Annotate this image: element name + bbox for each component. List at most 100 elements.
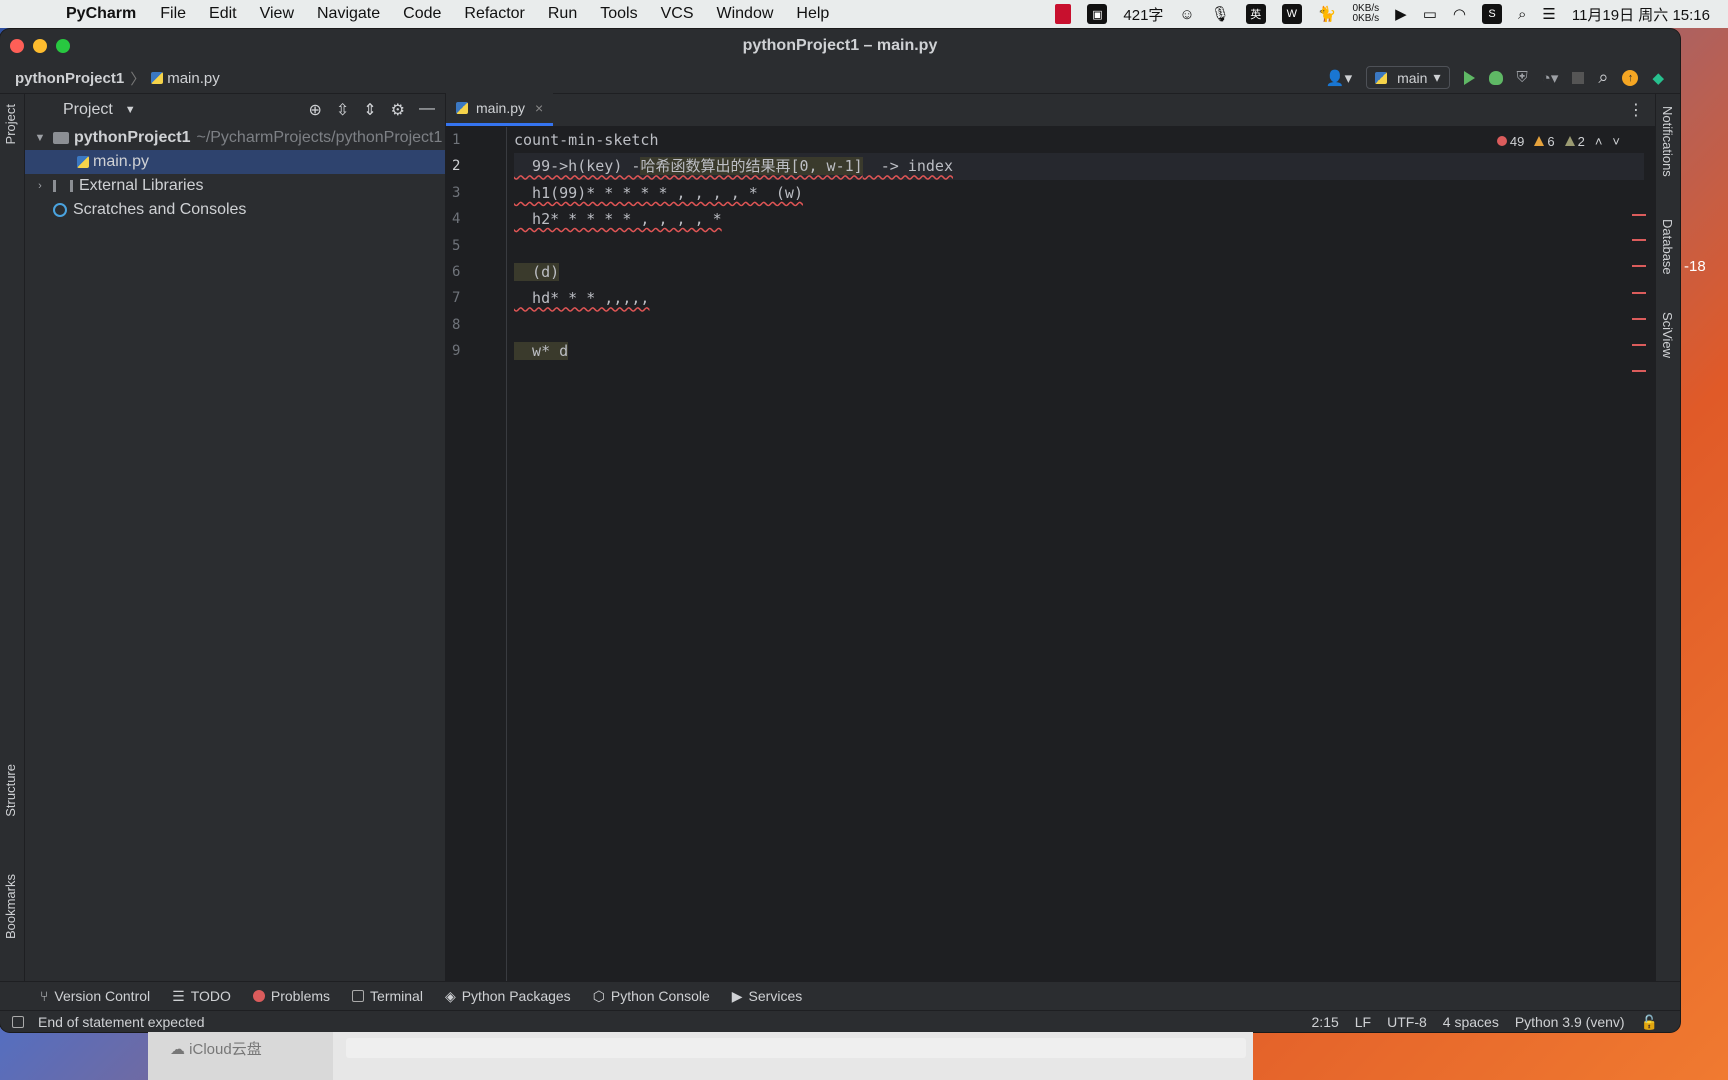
- breadcrumb-project[interactable]: pythonProject1: [15, 70, 124, 87]
- toggle-tool-windows-icon[interactable]: [12, 1016, 24, 1028]
- stripe-sciview[interactable]: SciView: [1660, 312, 1675, 358]
- spotlight-icon[interactable]: ⌕: [1518, 4, 1526, 24]
- finder-icloud[interactable]: iCloud云盘: [189, 1041, 262, 1058]
- code-line[interactable]: [514, 233, 1614, 259]
- menu-refactor[interactable]: Refactor: [464, 5, 524, 23]
- word-count[interactable]: 421字: [1123, 4, 1163, 25]
- code-line[interactable]: (d): [514, 259, 1614, 285]
- code-line-current[interactable]: 99->h(key) -哈希函数算出的结果再[0, w-1] -> index: [514, 153, 1644, 180]
- screen-app-icon[interactable]: ▣: [1087, 4, 1108, 24]
- stop-icon[interactable]: [1572, 71, 1585, 84]
- chevron-down-icon[interactable]: ▼: [125, 104, 136, 116]
- video-app-icon[interactable]: [1055, 4, 1072, 24]
- tool-terminal[interactable]: Terminal: [352, 988, 423, 1004]
- s-app-icon[interactable]: S: [1482, 4, 1502, 24]
- tab-main-py[interactable]: main.py ×: [446, 93, 554, 126]
- expand-all-icon[interactable]: ⇳: [336, 100, 349, 120]
- network-speed[interactable]: 0KB/s 0KB/s: [1352, 4, 1379, 24]
- weak-warning-count[interactable]: 2: [1564, 134, 1585, 149]
- tool-python-packages[interactable]: ◈ Python Packages: [445, 988, 571, 1005]
- menu-window[interactable]: Window: [717, 5, 774, 23]
- stripe-database[interactable]: Database: [1660, 219, 1675, 275]
- chevron-down-icon[interactable]: ˅: [1612, 134, 1620, 149]
- menu-run[interactable]: Run: [548, 5, 577, 23]
- menu-view[interactable]: View: [260, 5, 294, 23]
- collapse-all-icon[interactable]: ⇕: [363, 100, 376, 120]
- locate-icon[interactable]: ⊕: [308, 100, 321, 120]
- file-encoding[interactable]: UTF-8: [1387, 1014, 1427, 1031]
- user-menu-icon[interactable]: 👤▾: [1326, 69, 1352, 87]
- tool-problems[interactable]: Problems: [252, 988, 330, 1004]
- stripe-bookmarks[interactable]: Bookmarks: [3, 874, 18, 939]
- tool-python-console[interactable]: ⬡ Python Console: [593, 988, 710, 1005]
- menu-edit[interactable]: Edit: [209, 5, 237, 23]
- tool-todo[interactable]: ☰ TODO: [172, 988, 231, 1005]
- input-method[interactable]: 英: [1245, 4, 1266, 24]
- code-line[interactable]: hd* * * ,,,,,: [514, 285, 1614, 311]
- stripe-project[interactable]: Project: [3, 104, 18, 144]
- hide-icon[interactable]: —: [419, 100, 435, 120]
- error-stripe-mark[interactable]: [1632, 370, 1646, 372]
- indent-setting[interactable]: 4 spaces: [1443, 1014, 1499, 1031]
- coverage-icon[interactable]: ⛨: [1517, 69, 1528, 86]
- close-window-button[interactable]: [10, 39, 24, 53]
- code-line[interactable]: w* d: [514, 338, 1614, 364]
- stripe-structure[interactable]: Structure: [3, 764, 18, 817]
- menu-help[interactable]: Help: [796, 5, 829, 23]
- cat-icon[interactable]: 🐈: [1318, 4, 1337, 24]
- error-stripe-mark[interactable]: [1632, 214, 1646, 216]
- menu-code[interactable]: Code: [403, 5, 441, 23]
- run-config-selector[interactable]: main ▾: [1366, 66, 1450, 89]
- microphone-icon[interactable]: 🎙: [1211, 4, 1230, 24]
- wps-icon[interactable]: W: [1281, 4, 1302, 24]
- menu-vcs[interactable]: VCS: [661, 5, 694, 23]
- python-interpreter[interactable]: Python 3.9 (venv): [1515, 1014, 1625, 1031]
- tree-scratches[interactable]: Scratches and Consoles: [25, 198, 445, 222]
- menu-tools[interactable]: Tools: [600, 5, 637, 23]
- stripe-notifications[interactable]: Notifications: [1660, 106, 1675, 177]
- code-line[interactable]: h1(99)* * * * * , , , , * (w): [514, 180, 1614, 206]
- warning-count[interactable]: 6: [1534, 134, 1555, 149]
- breadcrumb-file[interactable]: main.py: [167, 70, 220, 87]
- tool-services[interactable]: ▶ Services: [732, 988, 802, 1005]
- project-view-selector[interactable]: Project: [63, 101, 113, 119]
- wifi-icon[interactable]: ◠: [1453, 4, 1466, 24]
- tree-file-main[interactable]: main.py: [25, 150, 445, 174]
- jetbrains-icon[interactable]: ◆: [1652, 69, 1664, 87]
- code-text[interactable]: count-min-sketch 99->h(key) -哈希函数算出的结果再[…: [514, 127, 1644, 365]
- run-icon[interactable]: [1463, 70, 1475, 85]
- update-icon[interactable]: ↑: [1622, 69, 1639, 86]
- error-stripe-mark[interactable]: [1632, 292, 1646, 294]
- minimize-window-button[interactable]: [33, 39, 47, 53]
- tree-external-libraries[interactable]: › External Libraries: [25, 174, 445, 198]
- error-stripe-mark[interactable]: [1632, 239, 1646, 241]
- menu-file[interactable]: File: [160, 5, 186, 23]
- error-stripe-mark[interactable]: [1632, 265, 1646, 267]
- status-message[interactable]: End of statement expected: [38, 1014, 205, 1030]
- menu-navigate[interactable]: Navigate: [317, 5, 380, 23]
- tool-version-control[interactable]: ⑂ Version Control: [40, 988, 150, 1004]
- tree-root[interactable]: ▼ pythonProject1 ~/PycharmProjects/pytho…: [25, 126, 445, 150]
- more-vertical-icon[interactable]: ⋮: [1628, 100, 1644, 120]
- close-tab-icon[interactable]: ×: [535, 100, 543, 116]
- code-line[interactable]: count-min-sketch: [514, 127, 1614, 153]
- code-line[interactable]: h2* * * * * , , , , *: [514, 206, 1614, 232]
- zoom-window-button[interactable]: [56, 39, 70, 53]
- chevron-up-icon[interactable]: ˄: [1595, 134, 1603, 149]
- chevron-down-icon[interactable]: ▼: [33, 132, 47, 144]
- chevron-right-icon[interactable]: ›: [33, 180, 47, 192]
- code-line[interactable]: [514, 312, 1614, 338]
- battery-icon[interactable]: ▭: [1423, 4, 1437, 24]
- error-count[interactable]: 49: [1496, 134, 1524, 149]
- play-circle-icon[interactable]: ▶: [1395, 4, 1407, 24]
- debug-icon[interactable]: [1488, 70, 1503, 85]
- search-icon[interactable]: ⌕: [1598, 67, 1608, 88]
- inspection-widget[interactable]: 49 6 2 ˄ ˅: [1496, 134, 1620, 149]
- menu-datetime[interactable]: 11月19日 周六 15:16: [1572, 4, 1710, 25]
- error-stripe-mark[interactable]: [1632, 344, 1646, 346]
- profile-icon[interactable]: ◔▾: [1542, 69, 1559, 87]
- caret-position[interactable]: 2:15: [1312, 1014, 1339, 1031]
- control-center-icon[interactable]: ☰: [1542, 4, 1555, 24]
- smiley-icon[interactable]: ☺: [1179, 4, 1194, 24]
- lock-icon[interactable]: 🔓: [1641, 1014, 1658, 1031]
